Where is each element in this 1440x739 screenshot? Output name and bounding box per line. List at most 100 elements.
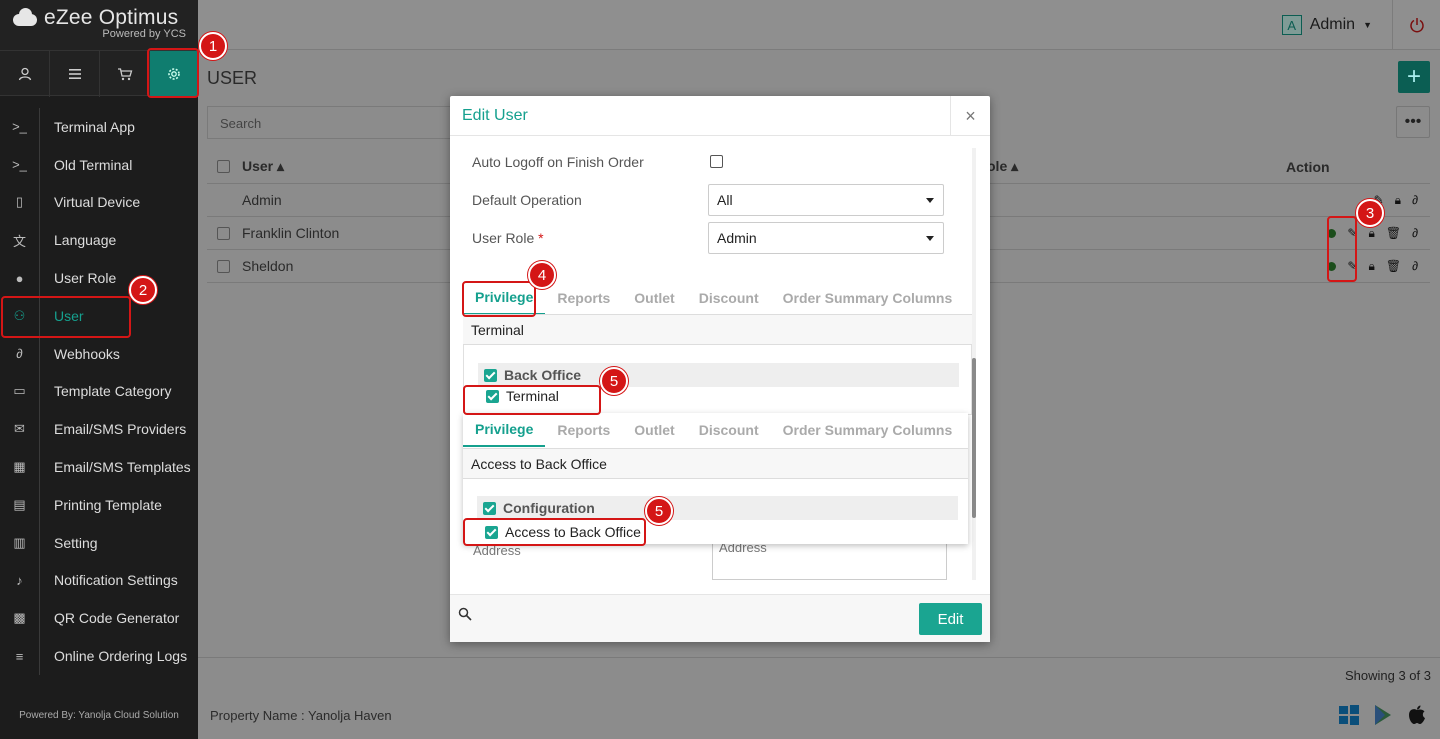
- sidebar-item-printing-template[interactable]: ▤ Printing Template: [0, 485, 198, 524]
- sidebar-item-label: Old Terminal: [54, 156, 133, 173]
- default-operation-select[interactable]: All: [708, 184, 944, 216]
- default-operation-label: Default Operation: [472, 192, 582, 208]
- language-icon: 文: [0, 221, 40, 260]
- tab-discount[interactable]: Discount: [687, 413, 771, 447]
- select-all-checkbox[interactable]: [217, 160, 230, 173]
- page-title: USER: [207, 68, 258, 88]
- annotation-box-access: [463, 518, 646, 546]
- property-name: Property Name : Yanolja Haven: [210, 708, 392, 723]
- calendar-icon: ▦: [0, 448, 40, 486]
- auto-logoff-checkbox[interactable]: [710, 155, 723, 168]
- user-role-select[interactable]: Admin: [708, 222, 944, 254]
- tab-reports[interactable]: Reports: [545, 413, 622, 447]
- column-user[interactable]: User ▴: [242, 158, 472, 175]
- row-user-name: Franklin Clinton: [242, 225, 340, 241]
- trash-icon[interactable]: 🗑︎: [1386, 259, 1401, 273]
- scrollbar-thumb[interactable]: [972, 358, 976, 518]
- modal-footer: Edit: [450, 594, 990, 642]
- annotation-box-privilege-tab: [462, 281, 536, 317]
- checkbox-checked-icon: [483, 501, 496, 515]
- sidebar-item-template-category[interactable]: ▭ Template Category: [0, 372, 198, 411]
- sidebar-item-label: Terminal App: [54, 118, 135, 135]
- row-checkbox[interactable]: [217, 259, 230, 273]
- lock-icon[interactable]: 🔒︎: [1395, 193, 1401, 208]
- annotation-3: 3: [1356, 199, 1384, 227]
- tree-group-configuration[interactable]: Configuration: [477, 496, 958, 520]
- sidebar-item-setting[interactable]: ▥ Setting: [0, 523, 198, 562]
- sidebar-item-language[interactable]: 文 Language: [0, 221, 198, 260]
- qr-icon: ▩: [0, 599, 40, 638]
- edit-button[interactable]: Edit: [919, 603, 982, 635]
- sidebar-item-label: Online Ordering Logs: [54, 648, 188, 665]
- overlay-tabs: Privilege Reports Outlet Discount Order …: [463, 413, 964, 447]
- row-checkbox[interactable]: [217, 226, 230, 240]
- checkbox-checked-icon: [484, 368, 497, 382]
- annotation-box-terminal: [463, 385, 601, 415]
- user-icon[interactable]: [0, 51, 50, 97]
- column-role[interactable]: ole ▴: [987, 158, 1018, 175]
- tab-outlet[interactable]: Outlet: [622, 281, 686, 315]
- sidebar-item-online-ordering-logs[interactable]: ≡ Online Ordering Logs: [0, 637, 198, 675]
- trash-icon[interactable]: 🗑︎: [1386, 226, 1401, 240]
- cloud-logo-icon: [10, 8, 40, 28]
- terminal-icon: >_: [0, 108, 40, 146]
- annotation-box-user: [1, 296, 131, 338]
- tab-privilege[interactable]: Privilege: [463, 413, 546, 447]
- annotation-5b: 5: [645, 497, 673, 525]
- annotation-box-gear: [147, 48, 199, 98]
- sidebar-item-terminal-app[interactable]: >_ Terminal App: [0, 108, 198, 146]
- cart-icon[interactable]: [100, 51, 150, 97]
- link-icon[interactable]: ∂: [1412, 226, 1418, 240]
- modal-title: Edit User: [462, 107, 528, 124]
- link-icon[interactable]: ∂: [1412, 193, 1418, 207]
- lock-icon[interactable]: 🔒︎: [1368, 259, 1374, 274]
- play-store-icon[interactable]: [1372, 704, 1394, 726]
- brand-logo: eZee Optimus Powered by YCS: [0, 0, 198, 50]
- chevron-down-icon: ▼: [1363, 20, 1372, 30]
- add-user-button[interactable]: +: [1398, 61, 1430, 93]
- admin-menu[interactable]: A Admin ▼: [1281, 15, 1372, 35]
- sidebar-item-old-terminal[interactable]: >_ Old Terminal: [0, 145, 198, 184]
- tab-discount[interactable]: Discount: [687, 281, 771, 315]
- sidebar-item-user-role[interactable]: ● User Role: [0, 259, 198, 297]
- admin-avatar: A: [1281, 15, 1302, 35]
- sidebar-item-label: Language: [54, 232, 117, 249]
- search-icon[interactable]: [458, 607, 472, 621]
- sidebar-item-email-sms-providers[interactable]: ✉ Email/SMS Providers: [0, 410, 198, 449]
- lock-icon[interactable]: 🔒︎: [1368, 226, 1374, 241]
- sidebar-item-notification-settings[interactable]: ♪ Notification Settings: [0, 561, 198, 600]
- sidebar-item-label: Notification Settings: [54, 572, 178, 589]
- sidebar-item-label: Webhooks: [54, 345, 120, 362]
- sidebar-item-virtual-device[interactable]: ▯ Virtual Device: [0, 183, 198, 222]
- sidebar-item-label: Setting: [54, 534, 98, 551]
- tree-group-back-office[interactable]: Back Office: [478, 363, 959, 387]
- overlay-subheader: Access to Back Office: [463, 448, 968, 479]
- more-options-button[interactable]: •••: [1396, 106, 1430, 138]
- sidebar-item-webhooks[interactable]: ∂ Webhooks: [0, 334, 198, 373]
- sidebar-item-label: QR Code Generator: [54, 610, 180, 627]
- tab-outlet[interactable]: Outlet: [622, 413, 686, 447]
- showing-count: Showing 3 of 3: [1344, 668, 1431, 683]
- annotation-5a: 5: [600, 367, 628, 395]
- annotation-box-edit-icons: [1327, 216, 1357, 282]
- sidebar: eZee Optimus Powered by YCS >_ Terminal A…: [0, 0, 198, 739]
- power-icon[interactable]: [1392, 0, 1440, 50]
- terminal-icon: >_: [0, 145, 40, 184]
- tab-order-summary-columns[interactable]: Order Summary Columns: [771, 281, 965, 315]
- sidebar-footer: Powered By: Yanolja Cloud Solution: [19, 710, 179, 721]
- tab-reports[interactable]: Reports: [545, 281, 622, 315]
- column-action: Action: [1286, 158, 1330, 175]
- windows-icon[interactable]: [1338, 704, 1360, 726]
- setting-icon: ▥: [0, 523, 40, 562]
- caret-down-icon: [926, 236, 934, 241]
- sidebar-item-label: Email/SMS Providers: [54, 421, 187, 438]
- annotation-2: 2: [129, 276, 157, 304]
- sidebar-item-email-sms-templates[interactable]: ▦ Email/SMS Templates: [0, 448, 198, 486]
- tab-order-summary-columns[interactable]: Order Summary Columns: [771, 413, 965, 447]
- apple-icon[interactable]: [1406, 704, 1428, 726]
- link-icon[interactable]: ∂: [1412, 259, 1418, 273]
- menu-icon[interactable]: [50, 51, 100, 97]
- store-icons: [1338, 704, 1428, 726]
- sidebar-item-qr-code-generator[interactable]: ▩ QR Code Generator: [0, 599, 198, 638]
- close-button[interactable]: ×: [950, 96, 990, 136]
